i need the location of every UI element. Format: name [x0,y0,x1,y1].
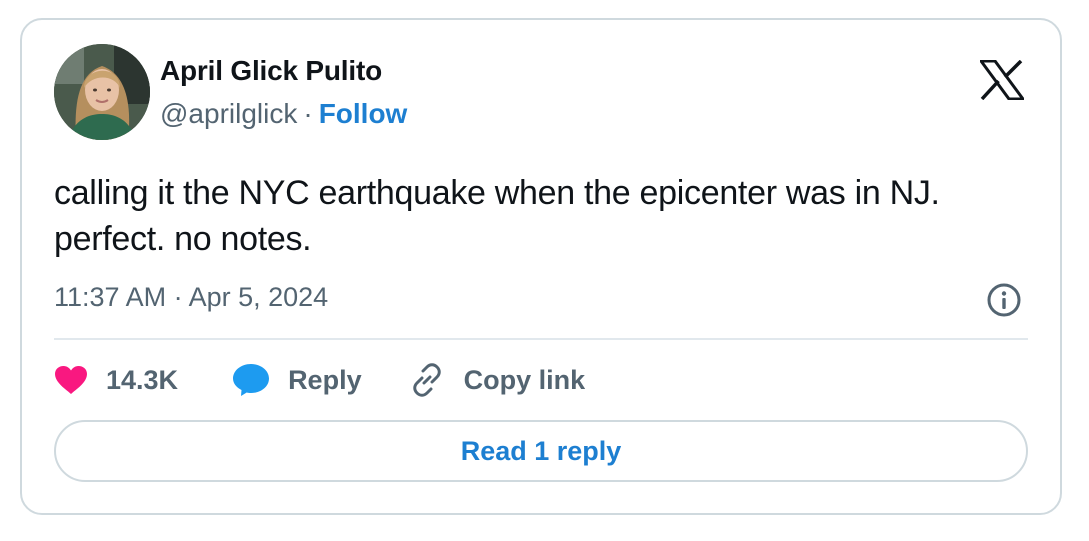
tweet-timestamp[interactable]: 11:37 AM · Apr 5, 2024 [54,282,328,313]
tweet-card: April Glick Pulito @aprilglick · Follow ca… [20,18,1062,515]
reply-label: Reply [288,364,362,395]
follow-button[interactable]: Follow [319,98,408,129]
avatar[interactable] [54,44,150,140]
avatar-photo [54,44,150,140]
reply-bubble-icon [233,364,270,396]
handle-separator: · [303,98,313,129]
like-count: 14.3K [106,364,179,395]
copy-link-button[interactable]: Copy link [408,361,586,399]
x-logo-icon[interactable] [978,59,1026,101]
author-name[interactable]: April Glick Pulito [160,55,382,87]
action-bar: 14.3K Reply Copy link [54,358,585,402]
link-icon [412,363,441,397]
author-handle[interactable]: @aprilglick [160,98,297,129]
copy-link-label: Copy link [463,364,586,395]
divider [54,338,1028,340]
tweet-text: calling it the NYC earthquake when the e… [54,174,940,258]
heart-icon [55,366,87,394]
author-handle-row: @aprilglick · Follow [160,98,407,130]
like-button[interactable]: 14.3K [54,365,178,396]
reply-button[interactable]: Reply [232,363,362,397]
info-icon[interactable] [986,282,1022,318]
read-replies-button[interactable]: Read 1 reply [54,420,1028,482]
